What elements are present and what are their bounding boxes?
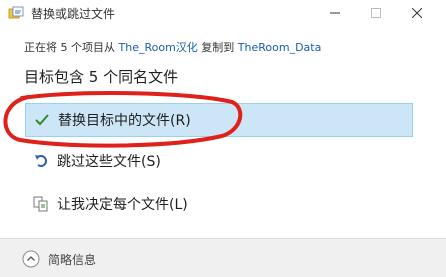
skip-files-option[interactable]: 跳过这些文件(S) [25,144,413,178]
maximize-icon [371,8,381,18]
window-title: 替换或跳过文件 [31,7,116,21]
checkmark-icon [34,112,50,128]
minimize-icon [330,12,340,14]
dialog-footer: 简略信息 [0,238,446,277]
info-middle: 复制到 [197,41,238,54]
chevron-up-icon[interactable] [22,250,40,268]
skip-files-label: 跳过这些文件(S) [57,154,161,170]
destination-folder-link[interactable]: TheRoom_Data [238,41,322,54]
copy-info: 正在将 5 个项目从 The_Room汉化 复制到 TheRoom_Data [24,39,321,55]
maximize-button [357,0,395,26]
conflict-heading: 目标包含 5 个同名文件 [24,68,179,86]
close-icon [412,8,422,18]
close-button[interactable] [398,0,436,26]
minimize-button[interactable] [316,0,354,26]
decide-each-option[interactable]: 让我决定每个文件(L) [25,187,413,221]
source-folder-link[interactable]: The_Room汉化 [119,41,198,54]
skip-arrow-icon [33,153,49,169]
file-copy-icon [8,6,24,19]
less-details-toggle[interactable]: 简略信息 [48,251,96,268]
compare-files-icon [33,196,49,212]
replace-files-label: 替换目标中的文件(R) [58,113,191,129]
info-prefix: 正在将 5 个项目从 [24,41,119,54]
decide-each-label: 让我决定每个文件(L) [57,197,188,213]
replace-files-option[interactable]: 替换目标中的文件(R) [25,103,413,137]
title-bar: 替换或跳过文件 [0,0,446,26]
